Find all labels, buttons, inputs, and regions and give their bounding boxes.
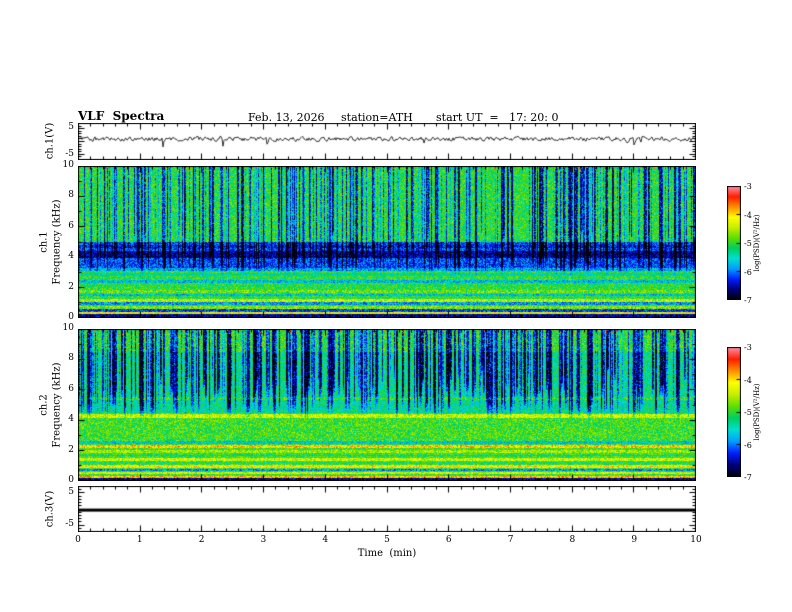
y-tick-label: 0 — [68, 312, 74, 322]
vlf-spectra-figure: VLF Spectra Feb. 13, 2026 station=ATH st… — [0, 0, 792, 612]
ch1-channel-label: ch.1 — [38, 231, 50, 253]
x-tick-label: 1 — [136, 535, 143, 545]
y-tick-label: 8 — [68, 353, 74, 364]
ch2-colorbar-label: log(PSD)(V²/Hz) — [753, 383, 761, 441]
x-tick-label: 3 — [260, 535, 267, 545]
y-tick-label: 4 — [68, 251, 74, 262]
ch3-waveform-canvas — [78, 486, 696, 532]
x-tick-label: 10 — [690, 535, 702, 545]
colorbar-tick-label: -5 — [744, 239, 752, 248]
colorbar-tick-label: -4 — [744, 375, 752, 385]
x-tick-label: 7 — [507, 535, 514, 545]
y-tick-label: 5 — [68, 486, 74, 497]
colorbar-tick-label: -3 — [744, 343, 752, 352]
ch2-colorbar-canvas — [727, 347, 741, 477]
ch3-waveform-panel: 5 -5 — [65, 486, 696, 532]
colorbar-tick-label: -6 — [744, 440, 752, 450]
y-tick-label: 0 — [68, 475, 74, 485]
ch1-waveform-canvas — [78, 123, 696, 160]
ch1-frequency-axis-label: Frequency (kHz) — [51, 199, 63, 285]
x-tick-label: 6 — [445, 535, 452, 545]
y-tick-label: -5 — [65, 519, 74, 530]
ch2-colorbar: -3 -4 -5 -6 -7 — [727, 343, 752, 482]
x-tick-label: 4 — [322, 535, 329, 545]
figure-title: VLF Spectra — [78, 109, 165, 123]
x-tick-label: 0 — [75, 535, 81, 545]
ch2-channel-label: ch.2 — [38, 394, 50, 416]
y-tick-label: 8 — [68, 190, 74, 201]
ch2-spectrogram-canvas — [78, 329, 696, 481]
y-tick-label: 10 — [62, 160, 74, 170]
x-tick-label: 9 — [631, 535, 638, 545]
x-axis-tick-labels: 0 1 2 3 4 5 6 7 8 9 10 — [75, 535, 702, 547]
y-tick-label: 2 — [68, 444, 74, 455]
colorbar-tick-label: -7 — [744, 296, 752, 305]
colorbar-tick-label: -7 — [744, 473, 752, 482]
y-tick-label: 6 — [68, 220, 74, 231]
ch1-colorbar-label: log(PSD)(V²/Hz) — [753, 214, 761, 272]
x-tick-label: 5 — [384, 535, 390, 545]
y-tick-label: -5 — [65, 148, 74, 159]
ch1-colorbar-canvas — [727, 186, 741, 300]
ch2-spectrogram-panel: 0 2 4 6 8 10 — [63, 323, 696, 485]
y-tick-label: 10 — [62, 323, 74, 333]
ch2-frequency-axis-label: Frequency (kHz) — [51, 362, 63, 448]
colorbar-tick-label: -3 — [744, 182, 752, 191]
colorbar-tick-label: -4 — [744, 210, 752, 220]
colorbar-tick-label: -6 — [744, 267, 752, 277]
y-tick-label: 6 — [68, 383, 74, 394]
x-axis-label: Time (min) — [357, 548, 417, 559]
ch1-spectrogram-panel: 0 2 4 6 8 10 — [63, 160, 696, 322]
ch1-waveform-panel: 5 -5 — [65, 122, 696, 160]
ch1-colorbar: -3 -4 -5 -6 -7 — [727, 182, 752, 305]
ch1-spectrogram-canvas — [78, 166, 696, 318]
colorbar-tick-label: -5 — [744, 408, 752, 417]
y-tick-label: 2 — [68, 281, 74, 292]
x-tick-label: 8 — [569, 535, 576, 545]
y-tick-label: 5 — [68, 122, 74, 133]
x-tick-label: 2 — [198, 535, 205, 545]
y-tick-label: 4 — [68, 414, 74, 425]
